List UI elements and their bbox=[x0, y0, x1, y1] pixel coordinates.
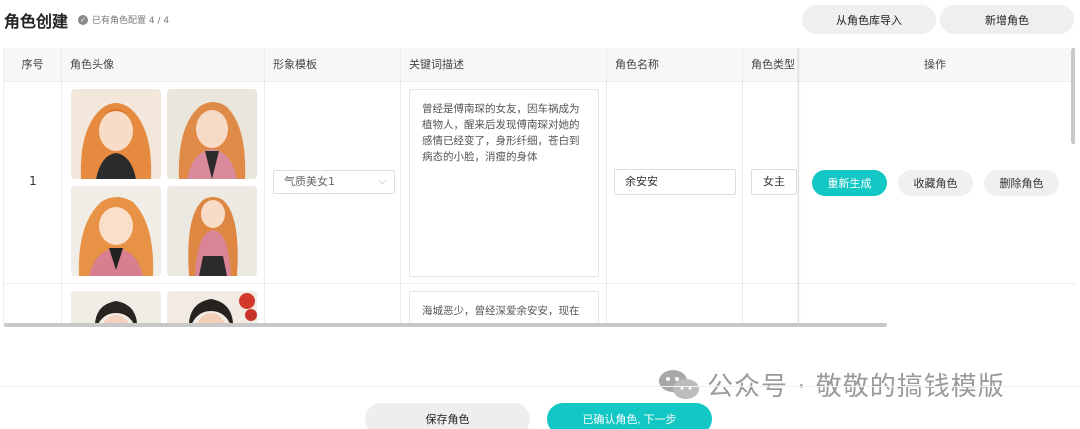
template-select-value: 气质美女1 bbox=[284, 175, 335, 188]
vertical-scrollbar[interactable] bbox=[1071, 48, 1075, 144]
name-cell bbox=[607, 284, 743, 327]
template-select[interactable]: 气质美女1 ⌵ bbox=[273, 170, 395, 194]
table-header: 序号 角色头像 形象模板 关键词描述 角色名称 角色类型 操作 bbox=[4, 48, 1075, 82]
type-cell bbox=[743, 284, 799, 327]
name-cell: 余安安 bbox=[607, 82, 743, 283]
row-index-cell bbox=[4, 284, 62, 327]
description-textarea[interactable]: 海城恶少，曾经深爱余安安，现在 bbox=[409, 291, 599, 327]
horizontal-scrollbar[interactable] bbox=[4, 323, 887, 327]
regenerate-button[interactable]: 重新生成 bbox=[812, 170, 887, 196]
actions-cell: 重新生成 收藏角色 删除角色 bbox=[799, 82, 1071, 283]
footer-divider bbox=[0, 386, 1080, 387]
import-from-library-button[interactable]: 从角色库导入 bbox=[802, 5, 936, 34]
save-role-button[interactable]: 保存角色 bbox=[365, 403, 530, 429]
template-cell: 气质美女1 ⌵ bbox=[265, 82, 401, 283]
watermark: 公众号 · 敬敬的搞钱模版 bbox=[657, 366, 1005, 403]
add-role-button[interactable]: 新增角色 bbox=[940, 5, 1074, 34]
header: 角色创建 ✓ 已有角色配置 4 / 4 从角色库导入 新增角色 bbox=[0, 0, 1080, 40]
avatar-cell bbox=[62, 82, 265, 283]
role-table[interactable]: 序号 角色头像 形象模板 关键词描述 角色名称 角色类型 操作 1 气质美女1 … bbox=[3, 48, 1075, 327]
avatar-image-2[interactable] bbox=[167, 89, 257, 179]
config-count-badge: ✓ 已有角色配置 4 / 4 bbox=[78, 13, 169, 26]
column-header-type: 角色类型 bbox=[743, 48, 799, 82]
type-cell: 女主 bbox=[743, 82, 799, 283]
description-textarea[interactable]: 曾经是傅南琛的女友，因车祸成为植物人，醒来后发现傅南琛对她的感情已经变了，身形纤… bbox=[409, 89, 599, 277]
avatar-image-5[interactable] bbox=[71, 291, 161, 327]
watermark-text: 公众号 · 敬敬的搞钱模版 bbox=[707, 372, 1005, 402]
page-title: 角色创建 bbox=[4, 12, 69, 31]
role-creation-page: 角色创建 ✓ 已有角色配置 4 / 4 从角色库导入 新增角色 序号 角色头像 … bbox=[0, 0, 1080, 429]
check-circle-icon: ✓ bbox=[78, 14, 88, 25]
description-cell: 曾经是傅南琛的女友，因车祸成为植物人，醒来后发现傅南琛对她的感情已经变了，身形纤… bbox=[401, 82, 607, 283]
column-header-template: 形象模板 bbox=[265, 48, 401, 82]
role-type-input[interactable]: 女主 bbox=[751, 169, 797, 195]
row-index: 1 bbox=[29, 174, 37, 188]
chevron-down-icon: ⌵ bbox=[378, 176, 386, 187]
favorite-role-button[interactable]: 收藏角色 bbox=[898, 170, 973, 196]
avatar-cell bbox=[62, 284, 265, 327]
column-header-name: 角色名称 bbox=[607, 48, 743, 82]
avatar-image-1[interactable] bbox=[71, 89, 161, 179]
column-header-description: 关键词描述 bbox=[401, 48, 607, 82]
avatar-image-3[interactable] bbox=[71, 186, 161, 276]
actions-cell bbox=[799, 284, 1071, 327]
wechat-icon bbox=[659, 369, 699, 399]
description-cell: 海城恶少，曾经深爱余安安，现在 bbox=[401, 284, 607, 327]
table-row: 1 气质美女1 ⌵ 曾经是傅南琛的女友，因车祸成为植物人，醒来后发现傅南琛对她的… bbox=[4, 82, 1075, 284]
column-header-index: 序号 bbox=[4, 48, 62, 82]
avatar-image-4[interactable] bbox=[167, 186, 257, 276]
confirm-next-button[interactable]: 已确认角色, 下一步 bbox=[547, 403, 712, 429]
role-name-input[interactable]: 余安安 bbox=[614, 169, 736, 195]
config-count-text: 已有角色配置 4 / 4 bbox=[92, 16, 170, 26]
fixed-column-shadow bbox=[797, 48, 801, 327]
template-cell bbox=[265, 284, 401, 327]
row-index-cell: 1 bbox=[4, 82, 62, 283]
table-row: 海城恶少，曾经深爱余安安，现在 bbox=[4, 284, 1075, 327]
avatar-image-6[interactable] bbox=[167, 291, 257, 327]
delete-role-button[interactable]: 删除角色 bbox=[984, 170, 1059, 196]
column-header-avatar: 角色头像 bbox=[62, 48, 265, 82]
column-header-actions: 操作 bbox=[924, 58, 946, 71]
